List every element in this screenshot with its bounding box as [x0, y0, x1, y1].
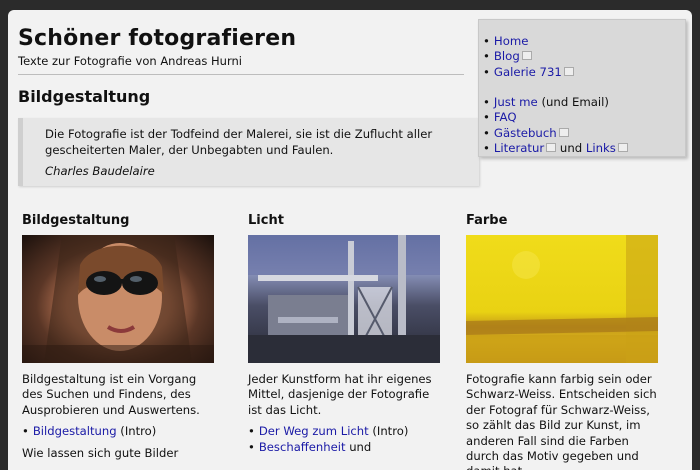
external-link-icon — [558, 127, 569, 137]
nav-link-literatur[interactable]: Literatur — [494, 141, 544, 155]
photo-portrait-sunglasses[interactable] — [22, 235, 214, 363]
column-title: Farbe — [466, 213, 508, 228]
site-title[interactable]: Schöner fotografieren — [18, 26, 296, 51]
quote-box: Die Fotografie ist der Todfeind der Male… — [18, 118, 479, 186]
link-suffix: und — [345, 439, 372, 454]
column-links: Bildgestaltung (Intro) — [22, 424, 218, 439]
list-item: Der Weg zum Licht (Intro) — [248, 424, 444, 439]
nav-link-justme[interactable]: Just me — [494, 95, 538, 109]
column-title: Licht — [248, 213, 284, 228]
column-text: Fotografie kann farbig sein oder Schwarz… — [466, 372, 657, 470]
yellow-wall-illustration — [466, 235, 658, 363]
list-item: Bildgestaltung (Intro) — [22, 424, 218, 439]
nav-link-faq[interactable]: FAQ — [494, 110, 517, 124]
nav-list-main: Home Blog Galerie 731 — [483, 34, 574, 80]
external-link-icon — [521, 51, 532, 61]
column-trailing-text: Wie lassen sich gute Bilder — [22, 445, 179, 460]
header-divider — [18, 74, 464, 75]
section-title: Bildgestaltung — [18, 87, 151, 106]
external-link-icon — [563, 66, 574, 76]
link-beschaffenheit[interactable]: Beschaffenheit — [259, 440, 346, 454]
photo-yellow-wall[interactable] — [466, 235, 658, 363]
external-link-icon — [546, 143, 557, 153]
photo-industrial-light[interactable] — [248, 235, 440, 363]
nav-link-blog[interactable]: Blog — [494, 49, 520, 63]
nav-item-galerie: Galerie 731 — [483, 65, 574, 80]
nav-item-faq: FAQ — [483, 110, 628, 125]
quote-text: Die Fotografie ist der Todfeind der Male… — [45, 127, 433, 157]
link-weg-zum-licht[interactable]: Der Weg zum Licht — [259, 424, 369, 438]
nav-item-gaestebuch: Gästebuch — [483, 126, 628, 141]
nav-item-home: Home — [483, 34, 574, 49]
column-title: Bildgestaltung — [22, 213, 130, 228]
link-suffix: (Intro) — [368, 424, 409, 439]
portrait-illustration — [22, 235, 214, 363]
quote-author: Charles Baudelaire — [45, 164, 155, 178]
column-text: Jeder Kunstform hat ihr eigenes Mittel, … — [248, 372, 432, 417]
nav-justme-suffix: (und Email) — [537, 95, 609, 109]
site-subtitle: Texte zur Fotografie von Andreas Hurni — [18, 54, 242, 68]
column-farbe: Farbe Fotografie kann farbig sein oder S… — [466, 213, 662, 470]
nav-link-gaestebuch[interactable]: Gästebuch — [494, 126, 557, 140]
nav-link-galerie[interactable]: Galerie 731 — [494, 65, 562, 79]
industrial-illustration — [248, 235, 440, 363]
nav-item-literatur-links: Literatur und Links — [483, 141, 628, 156]
column-bildgestaltung: Bildgestaltung Bildgestaltung ist ein Vo… — [22, 213, 218, 467]
list-item: Beschaffenheit und — [248, 440, 444, 455]
nav-list-secondary: Just me (und Email) FAQ Gästebuch Litera… — [483, 95, 628, 157]
link-bildgestaltung-intro[interactable]: Bildgestaltung — [33, 424, 117, 438]
site-navigation: Home Blog Galerie 731 Just me (und Email… — [478, 19, 686, 157]
nav-link-links[interactable]: Links — [586, 141, 616, 155]
nav-link-home[interactable]: Home — [494, 34, 529, 48]
nav-item-justme: Just me (und Email) — [483, 95, 628, 110]
nav-und: und — [556, 141, 586, 156]
column-links: Der Weg zum Licht (Intro) Beschaffenheit… — [248, 424, 444, 455]
column-text: Bildgestaltung ist ein Vorgang des Suche… — [22, 372, 200, 417]
external-link-icon — [617, 143, 628, 153]
page: Schöner fotografieren Texte zur Fotograf… — [8, 10, 692, 470]
link-suffix: (Intro) — [116, 424, 157, 439]
column-licht: Licht Jeder Kunstform hat ihr eigenes Mi… — [248, 213, 444, 455]
nav-item-blog: Blog — [483, 49, 574, 64]
